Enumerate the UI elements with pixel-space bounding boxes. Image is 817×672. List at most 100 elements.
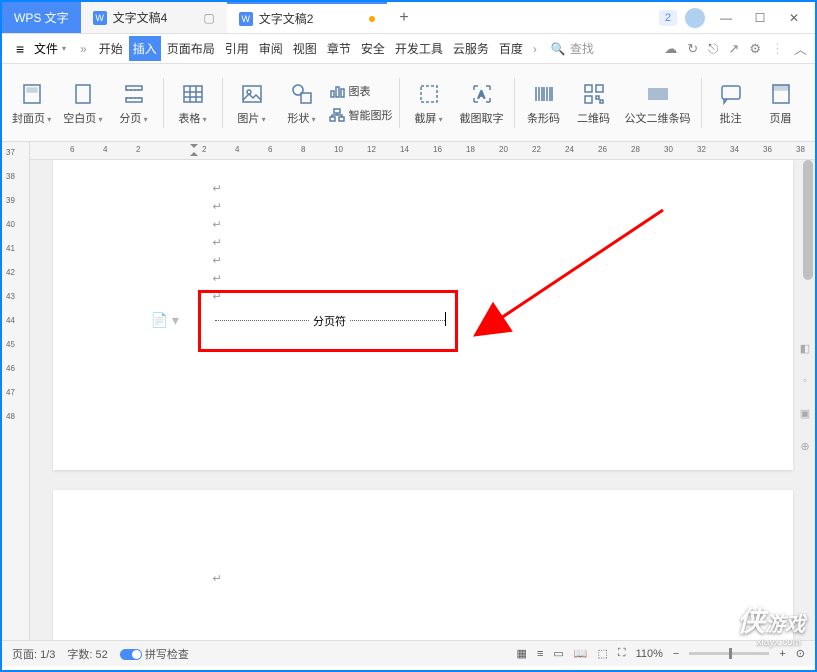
page-indicator[interactable]: 页面: 1/3 bbox=[12, 646, 55, 662]
comment-button[interactable]: 批注 bbox=[708, 68, 754, 138]
side-tool-icon[interactable]: ▣ bbox=[800, 407, 810, 420]
tab-label: 文字文稿4 bbox=[113, 9, 168, 26]
side-tool-icon[interactable]: ◦ bbox=[803, 375, 807, 387]
menu-security[interactable]: 安全 bbox=[357, 36, 389, 61]
watermark-url: xiayx.com bbox=[757, 637, 801, 648]
chart-button[interactable]: 图表 bbox=[329, 80, 393, 102]
page-options-icon[interactable]: 📄 ▾ bbox=[151, 312, 179, 329]
header-button[interactable]: 页眉 bbox=[758, 68, 804, 138]
fullscreen-icon[interactable]: ⛶ bbox=[618, 647, 626, 660]
file-menu[interactable]: 文件 ▾ bbox=[10, 36, 72, 61]
side-tool-icon[interactable]: ◧ bbox=[800, 342, 810, 355]
menu-view[interactable]: 视图 bbox=[289, 36, 321, 61]
view-mode-icon[interactable]: ⬚ bbox=[597, 647, 607, 660]
minimize-button[interactable]: — bbox=[713, 5, 739, 31]
document-canvas[interactable]: ↵ ↵ ↵ ↵ ↵ ↵ ↵ 分页符 📄 ▾ ↵ bbox=[30, 160, 815, 640]
hamburger-icon bbox=[16, 41, 30, 57]
search-box[interactable]: 🔍 查找 bbox=[543, 40, 602, 57]
titlebar: WPS 文字 W 文字文稿4 ▢ W 文字文稿2 + 2 — ☐ ✕ bbox=[2, 2, 815, 34]
watermark-logo: 侠游戏 bbox=[737, 600, 805, 640]
smartart-button[interactable]: 智能图形 bbox=[329, 104, 393, 126]
ocr-icon: A bbox=[468, 80, 496, 108]
barcode-button[interactable]: 条形码 bbox=[521, 68, 567, 138]
comment-icon bbox=[717, 80, 745, 108]
ribbon: 封面页 空白页 分页 表格 图片 形状 图表 智能图形 截屏 A 截图取字 条形… bbox=[2, 64, 815, 142]
horizontal-ruler[interactable]: 6422468101214161820222426283032343638 bbox=[30, 142, 815, 160]
page-1[interactable]: ↵ ↵ ↵ ↵ ↵ ↵ ↵ 分页符 📄 ▾ bbox=[53, 160, 793, 470]
gov-barcode-button[interactable]: 公文二维条码 bbox=[621, 68, 695, 138]
new-tab-button[interactable]: + bbox=[387, 2, 420, 33]
blank-page-icon bbox=[69, 80, 97, 108]
zoom-in-button[interactable]: + bbox=[779, 648, 785, 660]
menu-section[interactable]: 章节 bbox=[323, 36, 355, 61]
app-name-tab[interactable]: WPS 文字 bbox=[2, 2, 81, 33]
qrcode-icon bbox=[580, 80, 608, 108]
zoom-slider[interactable] bbox=[689, 652, 769, 655]
close-button[interactable]: ✕ bbox=[781, 5, 807, 31]
spellcheck-toggle[interactable]: 拼写检查 bbox=[120, 646, 189, 662]
paragraph-mark: ↵ bbox=[213, 252, 633, 270]
menu-reference[interactable]: 引用 bbox=[221, 36, 253, 61]
workspace: 37 38 39 40 41 42 43 44 45 46 47 48 6422… bbox=[2, 142, 815, 640]
sync-icon[interactable]: ↻ bbox=[687, 41, 698, 57]
menu-cloud[interactable]: 云服务 bbox=[449, 36, 493, 61]
paragraph-mark: ↵ bbox=[213, 270, 633, 288]
shape-icon bbox=[288, 80, 316, 108]
screenshot-icon bbox=[415, 80, 443, 108]
tab-close-icon[interactable]: ▢ bbox=[203, 11, 214, 25]
page-2[interactable]: ↵ bbox=[53, 490, 793, 640]
text-cursor bbox=[445, 312, 446, 326]
menu-review[interactable]: 审阅 bbox=[255, 36, 287, 61]
vertical-ruler[interactable]: 37 38 39 40 41 42 43 44 45 46 47 48 bbox=[2, 142, 30, 640]
cover-page-button[interactable]: 封面页 bbox=[8, 68, 55, 138]
page-break-icon bbox=[120, 80, 148, 108]
blank-page-button[interactable]: 空白页 bbox=[59, 68, 106, 138]
page-break-indicator: 分页符 bbox=[215, 320, 445, 337]
menu-overflow-right[interactable]: › bbox=[529, 42, 541, 56]
doc-icon: W bbox=[93, 11, 107, 25]
word-count[interactable]: 字数: 52 bbox=[67, 646, 107, 662]
paragraph-mark: ↵ bbox=[213, 570, 633, 588]
fit-button[interactable]: ⊙ bbox=[796, 647, 805, 660]
page-break-button[interactable]: 分页 bbox=[111, 68, 157, 138]
collapse-ribbon-icon[interactable]: ︿ bbox=[794, 39, 807, 58]
document-tab-1[interactable]: W 文字文稿4 ▢ bbox=[81, 2, 227, 33]
qrcode-button[interactable]: 二维码 bbox=[571, 68, 617, 138]
table-button[interactable]: 表格 bbox=[170, 68, 216, 138]
menu-insert[interactable]: 插入 bbox=[129, 36, 161, 61]
menu-devtools[interactable]: 开发工具 bbox=[391, 36, 447, 61]
cloud-icon[interactable]: ☁ bbox=[664, 41, 677, 57]
indent-marker-icon[interactable] bbox=[190, 144, 198, 156]
notification-badge[interactable]: 2 bbox=[659, 10, 677, 26]
maximize-button[interactable]: ☐ bbox=[747, 5, 773, 31]
paragraph-mark: ↵ bbox=[213, 234, 633, 252]
shape-button[interactable]: 形状 bbox=[279, 68, 325, 138]
menu-start[interactable]: 开始 bbox=[95, 36, 127, 61]
zoom-out-button[interactable]: − bbox=[673, 648, 679, 660]
menu-baidu[interactable]: 百度 bbox=[495, 36, 527, 61]
zoom-level[interactable]: 110% bbox=[636, 648, 663, 660]
table-icon bbox=[179, 80, 207, 108]
user-avatar[interactable] bbox=[685, 8, 705, 28]
screenshot-button[interactable]: 截屏 bbox=[406, 68, 452, 138]
view-mode-icon[interactable]: ▭ bbox=[553, 647, 563, 660]
cover-page-icon bbox=[18, 80, 46, 108]
paragraph-mark: ↵ bbox=[213, 180, 633, 198]
view-mode-icon[interactable]: ≡ bbox=[537, 648, 543, 660]
share-icon[interactable]: ↗ bbox=[728, 41, 739, 57]
side-tool-icon[interactable]: ⊕ bbox=[800, 440, 809, 453]
menu-overflow-left[interactable]: » bbox=[74, 42, 93, 56]
menu-layout[interactable]: 页面布局 bbox=[163, 36, 219, 61]
modified-indicator-icon bbox=[369, 16, 375, 22]
tab-label: 文字文稿2 bbox=[259, 10, 314, 27]
document-tab-2[interactable]: W 文字文稿2 bbox=[227, 2, 388, 33]
settings-icon[interactable]: ⚙ bbox=[749, 41, 761, 57]
svg-text:A: A bbox=[478, 90, 485, 101]
gov-barcode-icon bbox=[644, 80, 672, 108]
picture-button[interactable]: 图片 bbox=[229, 68, 275, 138]
view-mode-icon[interactable]: ▦ bbox=[517, 647, 527, 660]
view-mode-icon[interactable]: 📖 bbox=[574, 647, 588, 660]
pin-icon[interactable]: ⎋ bbox=[708, 41, 718, 57]
ocr-button[interactable]: A 截图取字 bbox=[456, 68, 508, 138]
statusbar: 页面: 1/3 字数: 52 拼写检查 ▦ ≡ ▭ 📖 ⬚ ⛶ 110% − +… bbox=[2, 640, 815, 666]
